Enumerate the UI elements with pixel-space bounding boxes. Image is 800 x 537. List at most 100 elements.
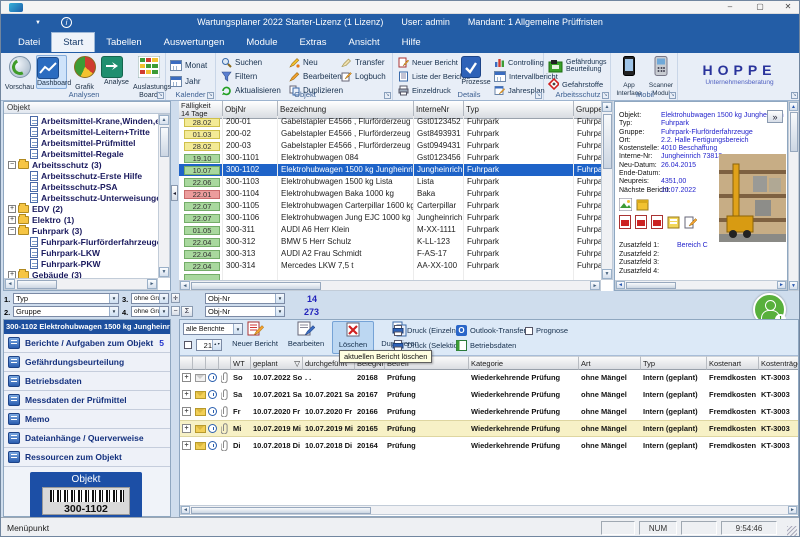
scrollbar-thumb[interactable] bbox=[160, 127, 169, 157]
scroll-down-icon[interactable]: ▼ bbox=[159, 267, 169, 277]
collapse-splitter-icon[interactable]: ◂ bbox=[171, 185, 178, 201]
tree-expander-icon[interactable]: + bbox=[8, 205, 16, 213]
betriebsdaten-button[interactable]: Betriebsdaten bbox=[456, 339, 516, 352]
tree-item[interactable]: Arbeitsmittel-Prüfmittel bbox=[4, 137, 158, 148]
close-icon[interactable]: ✕ bbox=[775, 1, 800, 14]
object-info-item[interactable]: Ressourcen zum Objekt bbox=[4, 448, 170, 467]
column-header-kostentraeger[interactable]: Kostenträger bbox=[759, 356, 798, 370]
dialog-launcher-icon[interactable]: ↘ bbox=[669, 92, 676, 99]
print-single-button[interactable]: Druck (Einzeln) bbox=[392, 324, 458, 337]
scrollbar-thumb[interactable] bbox=[17, 280, 57, 289]
column-header-wt[interactable]: WT bbox=[231, 356, 251, 370]
chevron-down-icon[interactable]: ▼ bbox=[159, 294, 168, 303]
table-row[interactable]: 22.04 300-314 Mercedes LKW 7,5 t AA-XX-1… bbox=[179, 260, 601, 272]
spinner-arrows-icon[interactable]: ▲▼ bbox=[212, 340, 221, 350]
scrollbar-thumb[interactable] bbox=[191, 507, 371, 514]
object-info-item[interactable]: Betriebsdaten bbox=[4, 372, 170, 391]
table-row[interactable]: 22.01 300-1104 Elektrohubwagen Baka 1000… bbox=[179, 188, 601, 200]
tree-horizontal-scrollbar[interactable]: ◄ ► bbox=[4, 278, 158, 290]
dialog-launcher-icon[interactable]: ↘ bbox=[157, 92, 164, 99]
chevron-down-icon[interactable]: ▼ bbox=[275, 294, 284, 303]
chevron-down-icon[interactable]: ▼ bbox=[109, 307, 118, 316]
analyse-button[interactable]: Analyse bbox=[101, 55, 132, 89]
range-checkbox[interactable] bbox=[184, 341, 192, 349]
detail-vertical-scrollbar[interactable]: ▲ ▼ bbox=[788, 101, 799, 291]
table-row[interactable]: 10.07 300-1102 Elektrohubwagen 1500 kg J… bbox=[179, 164, 601, 176]
scroll-down-icon[interactable]: ▼ bbox=[789, 281, 798, 290]
liste-der-berichte-button[interactable]: Liste der Berichte bbox=[398, 70, 470, 82]
filter-3-select[interactable]: ohne Gruppierung▼ bbox=[131, 293, 169, 304]
neu-button[interactable]: Neu bbox=[289, 56, 318, 68]
scroll-right-icon[interactable]: ► bbox=[777, 281, 786, 289]
table-row[interactable]: 19.10 300-1101 Elektrohubwagen 084 Gst01… bbox=[179, 152, 601, 164]
pdf-file-icon[interactable] bbox=[619, 215, 631, 229]
report-count-spinner[interactable]: 21▲▼ bbox=[196, 339, 222, 351]
tree-expander-icon[interactable]: − bbox=[8, 227, 16, 235]
dialog-launcher-icon[interactable]: ↘ bbox=[207, 92, 214, 99]
tree-item[interactable]: Arbeitsschutz-PSA bbox=[4, 181, 158, 192]
tree-item[interactable]: Arbeitsmittel-Krane,Winden,etc bbox=[4, 115, 158, 126]
tree-item[interactable]: Fuhrpark-Flurförderfahrzeuge bbox=[4, 236, 158, 247]
gefaehrdungsbeurteilung-button[interactable]: Gefährdungs Beurteilung bbox=[548, 57, 610, 75]
minimize-icon[interactable]: – bbox=[717, 1, 743, 14]
neuer-bericht-button[interactable]: Neuer Bericht bbox=[398, 56, 458, 68]
table-row[interactable]: 01.03 200-02 Gabelstapler E4566 , Flurfö… bbox=[179, 128, 601, 140]
tree-item[interactable]: + EDV (2) bbox=[4, 203, 158, 214]
object-info-item[interactable]: Messdaten der Prüfmittel bbox=[4, 391, 170, 410]
dialog-launcher-icon[interactable]: ↘ bbox=[791, 92, 798, 99]
app-interface-button[interactable]: App Interface bbox=[614, 55, 644, 89]
tree-item[interactable]: Arbeitsschutz-Erste Hilfe bbox=[4, 170, 158, 181]
statistics-toggle-button[interactable]: Σ bbox=[181, 306, 193, 317]
scroll-up-icon[interactable]: ▲ bbox=[789, 102, 798, 111]
edit-report-button[interactable]: Bearbeiten bbox=[282, 321, 330, 348]
table-row[interactable]: 01.05 300-311 AUDI A6 Herr Klein M-XX-11… bbox=[179, 224, 601, 236]
tree-expander-icon[interactable]: + bbox=[8, 216, 16, 224]
expand-row-icon[interactable]: + bbox=[182, 373, 191, 382]
column-header-kostenart[interactable]: Kostenart bbox=[707, 356, 759, 370]
column-header-art[interactable]: Art bbox=[579, 356, 641, 370]
scroll-left-icon[interactable]: ◄ bbox=[180, 281, 190, 290]
chevron-down-icon[interactable]: ▼ bbox=[109, 294, 118, 303]
monat-button[interactable]: Monat bbox=[170, 59, 207, 71]
auslastungsboard-button[interactable]: Auslastungs Board bbox=[133, 55, 164, 89]
table-vertical-scrollbar[interactable]: ▲ ▼ bbox=[601, 101, 613, 280]
scrollbar-thumb[interactable] bbox=[790, 112, 798, 152]
tree-item[interactable]: + Gebäude (3) bbox=[4, 269, 158, 278]
report-row[interactable]: + Sa 10.07.2021 Sa 10.07.2021 Sa 20167 P… bbox=[180, 386, 798, 403]
dialog-launcher-icon[interactable]: ↘ bbox=[535, 92, 542, 99]
object-info-item[interactable]: Dateianhänge / Querverweise bbox=[4, 429, 170, 448]
prognose-checkbox[interactable]: Prognose bbox=[525, 324, 568, 337]
expand-detail-button[interactable]: » bbox=[767, 110, 783, 123]
gefahrstoffe-button[interactable]: Gefahrstoffe bbox=[548, 78, 603, 90]
report-row[interactable]: + Di 10.07.2018 Di 10.07.2018 Di 20164 P… bbox=[180, 437, 798, 454]
archive-file-icon[interactable] bbox=[636, 198, 649, 216]
dashboard-button[interactable]: Dashboard bbox=[36, 55, 67, 89]
edit-file-icon[interactable] bbox=[684, 215, 697, 234]
dialog-launcher-icon[interactable]: ↘ bbox=[384, 92, 391, 99]
count-field-select-1[interactable]: Obj-Nr▼ bbox=[205, 293, 285, 304]
logbuch-button[interactable]: Logbuch bbox=[341, 70, 386, 82]
tree-item[interactable]: Arbeitsmittel-Regale bbox=[4, 148, 158, 159]
database-file-icon[interactable] bbox=[667, 215, 680, 234]
tree-item[interactable]: − Fuhrpark (3) bbox=[4, 225, 158, 236]
tree-expander-icon[interactable]: − bbox=[8, 161, 16, 169]
outlook-transfer-button[interactable]: O Outlook-Transfer bbox=[456, 324, 526, 337]
expand-row-icon[interactable]: + bbox=[182, 441, 191, 450]
scroll-right-icon[interactable]: ► bbox=[147, 279, 157, 289]
table-row[interactable]: 28.02 200-01 Gabelstapler E4566 , Flurfö… bbox=[179, 116, 601, 128]
filter-1-select[interactable]: Typ▼ bbox=[13, 293, 119, 304]
tree-expander-icon[interactable]: + bbox=[8, 271, 16, 279]
menu-tab-hilfe[interactable]: Hilfe bbox=[391, 33, 432, 52]
menu-tab-datei[interactable]: Datei bbox=[7, 33, 51, 52]
table-row[interactable]: 22.04 300-313 AUDI A2 Frau Schmidt F-AS-… bbox=[179, 248, 601, 260]
bearbeiten-button[interactable]: Bearbeiten bbox=[289, 70, 342, 82]
object-info-item[interactable]: Berichte / Aufgaben zum Objekt 5 bbox=[4, 334, 170, 353]
menu-tab-ansicht[interactable]: Ansicht bbox=[337, 33, 390, 52]
report-horizontal-scrollbar[interactable]: ◄ ► bbox=[180, 505, 798, 515]
tree-item[interactable]: + Elektro (1) bbox=[4, 214, 158, 225]
scroll-right-icon[interactable]: ► bbox=[590, 281, 600, 290]
column-header-typ[interactable]: Typ bbox=[641, 356, 707, 370]
tree-item[interactable]: Fuhrpark-LKW bbox=[4, 247, 158, 258]
chevron-down-icon[interactable]: ▼ bbox=[159, 307, 168, 316]
scroll-left-icon[interactable]: ◄ bbox=[616, 281, 625, 289]
